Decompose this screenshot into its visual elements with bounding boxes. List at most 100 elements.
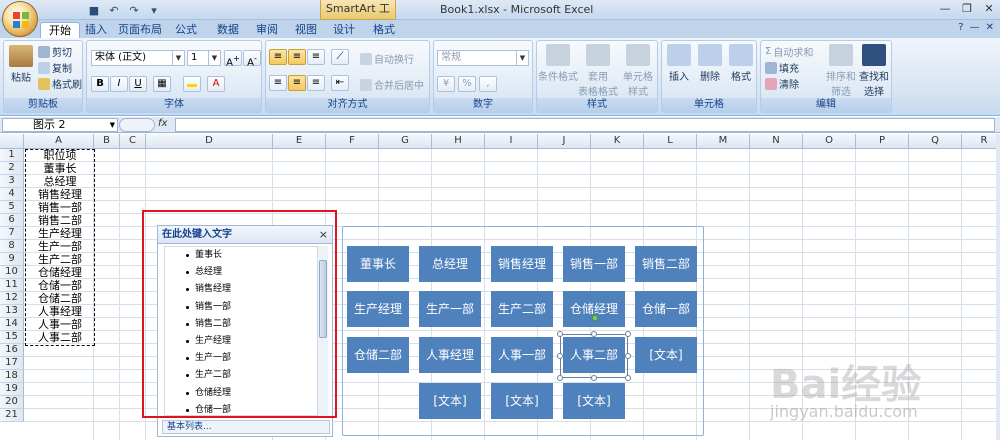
row-header-5[interactable]: 5 bbox=[0, 201, 24, 214]
chevron-down-icon[interactable]: ▼ bbox=[516, 51, 528, 65]
name-box[interactable]: 图示 2 ▼ bbox=[2, 118, 118, 132]
tab-home[interactable]: 开始 bbox=[40, 22, 80, 38]
merge-center-button[interactable]: 合并后居中 bbox=[360, 77, 424, 92]
resize-handle[interactable] bbox=[557, 375, 563, 381]
italic-button[interactable]: I bbox=[110, 76, 128, 92]
redo-icon[interactable]: ↷ bbox=[126, 2, 142, 18]
minimize-icon[interactable]: — bbox=[938, 1, 952, 15]
wrap-text-button[interactable]: 自动换行 bbox=[360, 51, 414, 66]
save-icon[interactable]: ■ bbox=[86, 2, 102, 18]
row-header-13[interactable]: 13 bbox=[0, 305, 24, 318]
row-header-8[interactable]: 8 bbox=[0, 240, 24, 253]
rotation-handle[interactable] bbox=[592, 315, 598, 321]
row-header-1[interactable]: 1 bbox=[0, 149, 24, 162]
column-header-i[interactable]: I bbox=[485, 134, 538, 149]
row-header-18[interactable]: 18 bbox=[0, 370, 24, 383]
chevron-down-icon[interactable]: ▼ bbox=[172, 51, 184, 65]
smartart-shape[interactable]: 销售一部 bbox=[563, 246, 625, 282]
column-header-j[interactable]: J bbox=[538, 134, 591, 149]
vertical-scrollbar[interactable] bbox=[996, 134, 1000, 440]
customize-qat-icon[interactable]: ▾ bbox=[146, 2, 162, 18]
column-header-l[interactable]: L bbox=[644, 134, 697, 149]
resize-handle[interactable] bbox=[625, 375, 631, 381]
row-header-7[interactable]: 7 bbox=[0, 227, 24, 240]
row-header-12[interactable]: 12 bbox=[0, 292, 24, 305]
column-header-g[interactable]: G bbox=[379, 134, 432, 149]
tab-formulas[interactable]: 公式 bbox=[170, 22, 202, 38]
resize-handle[interactable] bbox=[625, 331, 631, 337]
autosum-button[interactable]: Σ 自动求和 bbox=[765, 44, 813, 59]
smartart-shape[interactable]: 销售二部 bbox=[635, 246, 697, 282]
ribbon-minimize-icon[interactable]: — bbox=[970, 22, 980, 33]
smartart-shape[interactable]: 生产一部 bbox=[419, 291, 481, 327]
undo-icon[interactable]: ↶ bbox=[106, 2, 122, 18]
font-size-combo[interactable]: 1 ▼ bbox=[187, 50, 221, 66]
column-header-o[interactable]: O bbox=[803, 134, 856, 149]
formula-controls[interactable] bbox=[119, 118, 155, 132]
restore-icon[interactable]: ❐ bbox=[960, 1, 974, 15]
row-header-17[interactable]: 17 bbox=[0, 357, 24, 370]
row-header-16[interactable]: 16 bbox=[0, 344, 24, 357]
resize-handle[interactable] bbox=[625, 353, 631, 359]
format-cells-button[interactable]: 格式 bbox=[726, 44, 756, 83]
column-header-k[interactable]: K bbox=[591, 134, 644, 149]
tab-review[interactable]: 审阅 bbox=[251, 22, 283, 38]
tab-format[interactable]: 格式 bbox=[368, 22, 400, 38]
column-header-d[interactable]: D bbox=[146, 134, 273, 149]
row-header-14[interactable]: 14 bbox=[0, 318, 24, 331]
currency-button[interactable]: ¥ bbox=[437, 76, 455, 92]
select-all-corner[interactable] bbox=[0, 134, 24, 149]
smartart-shape[interactable]: 仓储经理 bbox=[563, 291, 625, 327]
chevron-down-icon[interactable]: ▼ bbox=[110, 119, 115, 131]
column-header-b[interactable]: B bbox=[94, 134, 120, 149]
fill-color-button[interactable] bbox=[183, 76, 201, 92]
decrease-indent-button[interactable]: ⇤ bbox=[331, 75, 349, 91]
smartart-shape[interactable]: [文本] bbox=[491, 383, 553, 419]
formula-input[interactable] bbox=[175, 118, 995, 132]
copy-button[interactable]: 复制 bbox=[38, 60, 72, 75]
percent-button[interactable]: % bbox=[458, 76, 476, 92]
smartart-shape[interactable]: 仓储二部 bbox=[347, 337, 409, 373]
tab-design[interactable]: 设计 bbox=[328, 22, 360, 38]
resize-handle[interactable] bbox=[591, 375, 597, 381]
underline-button[interactable]: U bbox=[129, 76, 147, 92]
cell-style-button[interactable]: 单元格 样式 bbox=[619, 44, 657, 98]
orientation-button[interactable]: ⟋ bbox=[331, 49, 349, 65]
align-center-button[interactable]: ≡ bbox=[288, 75, 306, 91]
row-header-10[interactable]: 10 bbox=[0, 266, 24, 279]
row-header-6[interactable]: 6 bbox=[0, 214, 24, 227]
row-header-11[interactable]: 11 bbox=[0, 279, 24, 292]
column-header-r[interactable]: R bbox=[962, 134, 1000, 149]
column-header-f[interactable]: F bbox=[326, 134, 379, 149]
smartart-shape[interactable]: 人事经理 bbox=[419, 337, 481, 373]
row-header-4[interactable]: 4 bbox=[0, 188, 24, 201]
bold-button[interactable]: B bbox=[91, 76, 109, 92]
insert-cells-button[interactable]: 插入 bbox=[664, 44, 694, 83]
smartart-shape[interactable]: 仓储一部 bbox=[635, 291, 697, 327]
align-middle-button[interactable]: ≡ bbox=[288, 49, 306, 65]
font-name-combo[interactable]: 宋体 (正文) ▼ bbox=[91, 50, 185, 66]
smartart-shape[interactable]: 销售经理 bbox=[491, 246, 553, 282]
ribbon-close-icon[interactable]: ✕ bbox=[986, 22, 994, 33]
smartart-shape[interactable]: 人事一部 bbox=[491, 337, 553, 373]
paste-button[interactable]: 粘贴 bbox=[8, 45, 34, 84]
row-header-9[interactable]: 9 bbox=[0, 253, 24, 266]
comma-button[interactable]: , bbox=[479, 76, 497, 92]
chevron-down-icon[interactable]: ▼ bbox=[208, 51, 220, 65]
borders-button[interactable]: ▦ bbox=[153, 76, 171, 92]
column-header-m[interactable]: M bbox=[697, 134, 750, 149]
smartart-shape[interactable]: [文本] bbox=[419, 383, 481, 419]
column-header-c[interactable]: C bbox=[120, 134, 146, 149]
column-header-h[interactable]: H bbox=[432, 134, 485, 149]
tab-data[interactable]: 数据 bbox=[212, 22, 244, 38]
office-button[interactable] bbox=[2, 1, 38, 37]
smartart-shape[interactable]: 生产二部 bbox=[491, 291, 553, 327]
smartart-shape[interactable]: 董事长 bbox=[347, 246, 409, 282]
conditional-format-button[interactable]: 条件格式 bbox=[538, 44, 578, 83]
table-format-button[interactable]: 套用 表格格式 bbox=[578, 44, 618, 98]
align-left-button[interactable]: ≡ bbox=[269, 75, 287, 91]
close-icon[interactable]: ✕ bbox=[982, 1, 996, 15]
align-bottom-button[interactable]: ≡ bbox=[307, 49, 325, 65]
column-header-n[interactable]: N bbox=[750, 134, 803, 149]
tab-view[interactable]: 视图 bbox=[290, 22, 322, 38]
